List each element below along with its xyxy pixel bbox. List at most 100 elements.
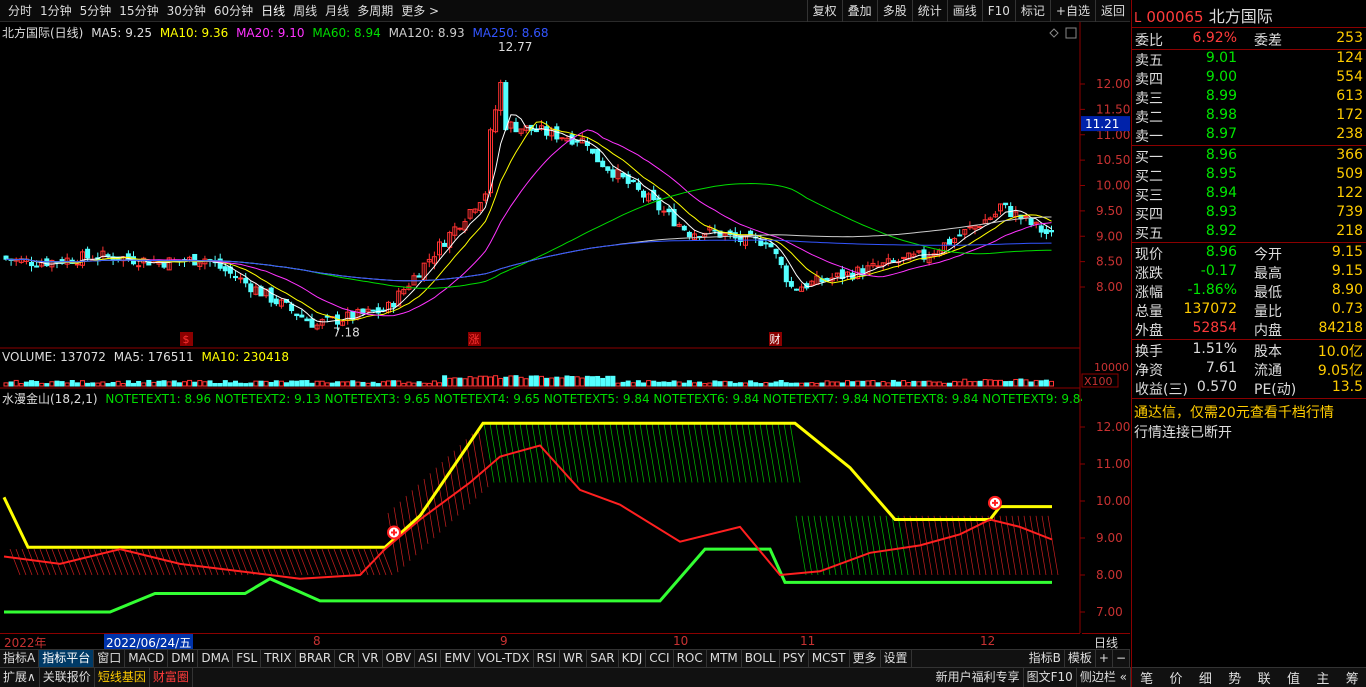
indicator-tab-24[interactable]: MCST	[809, 650, 850, 667]
ma120-value: MA120: 8.93	[388, 26, 465, 40]
indicator-tab-5[interactable]: DMA	[198, 650, 234, 667]
bottom-right-2[interactable]: 侧边栏 «	[1077, 668, 1131, 687]
fill-stripe	[693, 423, 705, 483]
candle-body	[824, 277, 830, 281]
fill-stripe	[177, 548, 189, 576]
indicator-tab-23[interactable]: PSY	[780, 650, 809, 667]
bid-row: 买五 8.92 218	[1132, 223, 1366, 242]
fill-stripe	[285, 548, 297, 576]
indicator-tab-2[interactable]: 窗口	[94, 650, 126, 667]
indicator-tab-4[interactable]: DMI	[168, 650, 199, 667]
indicator-tab-20[interactable]: ROC	[674, 650, 707, 667]
volume-bar	[197, 380, 203, 387]
candle-body	[161, 262, 167, 268]
toolbar-action-0[interactable]: 复权	[806, 0, 842, 22]
period-tab-8[interactable]: 月线	[321, 0, 353, 22]
side-tab-7[interactable]: 筹	[1346, 668, 1359, 687]
indicator-tab-12[interactable]: ASI	[415, 650, 442, 667]
candle-body	[1038, 225, 1044, 233]
diamond-icon[interactable]	[1049, 28, 1059, 38]
indicator-tab-14[interactable]: VOL-TDX	[475, 650, 534, 667]
volume-bar	[253, 380, 259, 387]
chart-canvas[interactable]: 12.00 11.50 11.00 10.50 10.00 9.50 9.00 8.50 8.0…	[0, 22, 1130, 633]
x-month-12: 12	[980, 634, 996, 648]
bottom-tab-1[interactable]: 关联报价	[40, 668, 95, 687]
period-tab-2[interactable]: 5分钟	[76, 0, 116, 22]
fill-stripe	[489, 423, 501, 483]
period-tab-7[interactable]: 周线	[289, 0, 321, 22]
indicator-tab-21[interactable]: MTM	[707, 650, 742, 667]
indicator-tab-25[interactable]: 更多	[850, 650, 881, 667]
period-tab-6[interactable]: 日线	[257, 0, 289, 22]
period-tab-9[interactable]: 多周期	[353, 0, 397, 22]
toolbar-action-3[interactable]: 统计	[911, 0, 947, 22]
indicator-tab-8[interactable]: BRAR	[296, 650, 336, 667]
bottom-tab-0[interactable]: 扩展∧	[0, 668, 40, 687]
indicator-tab-18[interactable]: KDJ	[619, 650, 647, 667]
toolbar-action-2[interactable]: 多股	[876, 0, 912, 22]
candle-body	[600, 160, 606, 168]
toolbar-action-7[interactable]: +自选	[1049, 0, 1095, 22]
period-label[interactable]: 日线	[1082, 633, 1130, 650]
fill-stripe	[567, 423, 579, 483]
indicator-tab-15[interactable]: RSI	[534, 650, 561, 667]
upgrade-notice[interactable]: 通达信，仅需20元查看千档行情	[1134, 402, 1334, 422]
fill-stripe	[993, 515, 1005, 576]
fill-stripe	[141, 548, 153, 576]
toolbar-action-5[interactable]: F10	[981, 0, 1015, 22]
toolbar-action-6[interactable]: 标记	[1014, 0, 1050, 22]
period-tab-1[interactable]: 1分钟	[36, 0, 76, 22]
indicator-tab-26[interactable]: 设置	[881, 650, 912, 667]
indicator-tab-22[interactable]: BOLL	[742, 650, 780, 667]
indicator-tab-right-0[interactable]: 指标B	[1026, 650, 1065, 667]
volume-bar	[513, 375, 519, 387]
side-tab-2[interactable]: 细	[1199, 668, 1212, 687]
indicator-tab-19[interactable]: CCI	[646, 650, 674, 667]
period-tab-0[interactable]: 分时	[4, 0, 36, 22]
indicator-tab-0[interactable]: 指标A	[0, 650, 40, 667]
stat2-value2: 9.05亿	[1317, 363, 1363, 379]
toolbar-action-8[interactable]: 返回	[1094, 0, 1130, 22]
indicator-tab-1[interactable]: 指标平台	[39, 650, 95, 667]
period-tab-10[interactable]: 更多 >	[397, 0, 443, 22]
volume-bar	[49, 381, 55, 387]
side-tab-6[interactable]: 主	[1316, 668, 1329, 687]
fill-stripe	[873, 515, 885, 576]
indicator-tab-17[interactable]: SAR	[587, 650, 619, 667]
indicator-tab-right-2[interactable]: +	[1096, 650, 1113, 667]
side-tab-4[interactable]: 联	[1258, 668, 1271, 687]
toolbar-action-4[interactable]: 画线	[946, 0, 982, 22]
bottom-tab-2[interactable]: 短线基因	[95, 668, 150, 687]
fill-stripe	[111, 548, 123, 576]
bottom-right-1[interactable]: 图文F10	[1024, 668, 1077, 687]
indicator-tab-10[interactable]: VR	[359, 650, 383, 667]
indicator-tab-16[interactable]: WR	[560, 650, 588, 667]
volume-bar	[314, 380, 320, 387]
pane-maximize-icon[interactable]	[1065, 27, 1077, 39]
price-tick-label: 8.00	[1096, 280, 1123, 294]
indicator-tab-7[interactable]: TRIX	[261, 650, 296, 667]
indicator-tab-9[interactable]: CR	[335, 650, 359, 667]
toolbar-action-1[interactable]: 叠加	[841, 0, 877, 22]
side-tab-0[interactable]: 笔	[1140, 668, 1153, 687]
x-month-9: 9	[500, 634, 508, 648]
side-tab-5[interactable]: 值	[1287, 668, 1300, 687]
fill-stripe	[819, 515, 831, 576]
side-tab-3[interactable]: 势	[1228, 668, 1241, 687]
indicator-tab-right-3[interactable]: −	[1113, 650, 1130, 667]
indicator-tab-3[interactable]: MACD	[125, 650, 169, 667]
bottom-right-0[interactable]: 新用户福利专享	[933, 668, 1024, 687]
ask-volume: 613	[1336, 88, 1363, 104]
fill-stripe	[183, 548, 195, 576]
candle-body	[299, 314, 305, 318]
bottom-tab-3[interactable]: 财富圈	[150, 668, 193, 687]
indicator-tab-13[interactable]: EMV	[441, 650, 475, 667]
period-tab-3[interactable]: 15分钟	[115, 0, 162, 22]
side-tab-1[interactable]: 价	[1170, 668, 1183, 687]
indicator-tab-11[interactable]: OBV	[383, 650, 416, 667]
indicator-tab-right-1[interactable]: 模板	[1065, 650, 1096, 667]
period-tab-4[interactable]: 30分钟	[163, 0, 210, 22]
volume-bar	[324, 382, 330, 387]
period-tab-5[interactable]: 60分钟	[210, 0, 257, 22]
indicator-tab-6[interactable]: FSL	[233, 650, 262, 667]
